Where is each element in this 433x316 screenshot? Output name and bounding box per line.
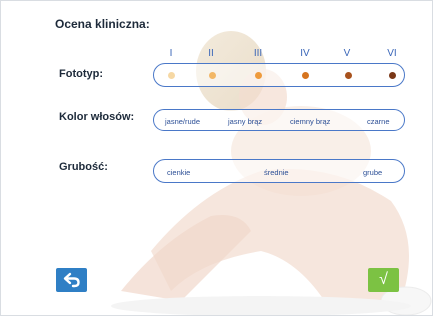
fototyp-numeral-5: V <box>343 48 351 59</box>
fototyp-selector[interactable] <box>153 63 405 87</box>
fototyp-option-2[interactable] <box>209 72 216 79</box>
hair-color-option-black[interactable]: czarne <box>367 117 390 126</box>
fototyp-numeral-3: III <box>253 48 263 59</box>
fototyp-label: Fototyp: <box>59 68 103 80</box>
back-button[interactable] <box>56 268 87 292</box>
fototyp-option-3[interactable] <box>255 72 262 79</box>
hair-thickness-option-medium[interactable]: średnie <box>264 168 289 177</box>
fototyp-option-1[interactable] <box>168 72 175 79</box>
checkmark-icon: √ <box>379 271 388 288</box>
hair-thickness-option-thick[interactable]: grube <box>363 168 382 177</box>
hair-color-option-light-brown[interactable]: jasny brąz <box>228 117 262 126</box>
fototyp-numeral-1: I <box>169 48 173 59</box>
page-title: Ocena kliniczna: <box>55 17 150 31</box>
fototyp-option-4[interactable] <box>302 72 309 79</box>
back-arrow-icon <box>63 272 80 288</box>
clinical-assessment-screen: Ocena kliniczna: Fototyp: I II III IV V … <box>0 0 433 316</box>
fototyp-numeral-2: II <box>208 48 214 59</box>
fototyp-option-6[interactable] <box>389 72 396 79</box>
fototyp-option-5[interactable] <box>345 72 352 79</box>
fototyp-numeral-6: VI <box>387 48 397 59</box>
hair-thickness-option-thin[interactable]: cienkie <box>167 168 190 177</box>
hair-thickness-label: Grubość: <box>59 161 108 173</box>
hair-color-option-light[interactable]: jasne/rude <box>165 117 200 126</box>
confirm-button[interactable]: √ <box>368 268 399 292</box>
hair-color-option-dark-brown[interactable]: ciemny brąz <box>290 117 330 126</box>
hair-color-label: Kolor włosów: <box>59 111 135 123</box>
fototyp-numeral-4: IV <box>300 48 310 59</box>
